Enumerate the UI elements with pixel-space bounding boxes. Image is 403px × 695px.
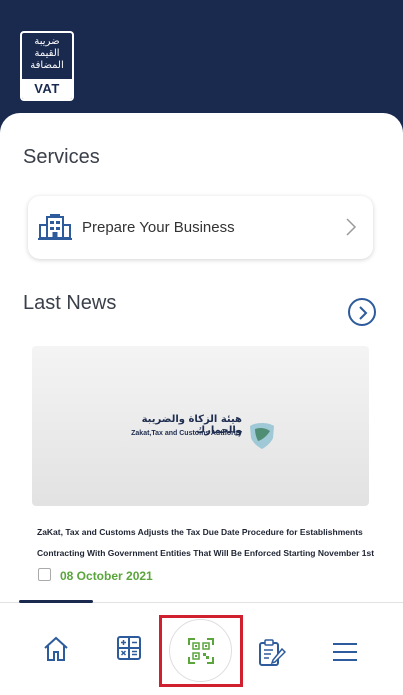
logo-band: VAT — [22, 79, 72, 99]
calculator-icon[interactable] — [116, 635, 142, 661]
building-icon — [38, 214, 72, 240]
news-date: 08 October 2021 — [60, 569, 153, 583]
document-edit-icon[interactable] — [258, 639, 286, 667]
bottom-navigation — [0, 600, 403, 695]
vat-logo: ضريبة القيمة المضافة VAT — [20, 31, 74, 101]
qr-scan-button[interactable] — [169, 619, 232, 682]
logo-vat-text: VAT — [34, 81, 60, 96]
zatca-english-name: Zakat,Tax and Customs Authority — [131, 430, 242, 437]
news-headline-line-1: ZaKat, Tax and Customs Adjusts the Tax D… — [37, 527, 363, 537]
active-tab-indicator — [19, 600, 93, 603]
news-headline[interactable]: ZaKat, Tax and Customs Adjusts the Tax D… — [37, 522, 377, 564]
news-headline-line-2: Contracting With Government Entities Tha… — [37, 548, 375, 558]
hamburger-menu-icon[interactable] — [332, 642, 358, 662]
chevron-right-icon — [346, 218, 357, 236]
logo-arabic-line-3: المضافة — [30, 60, 64, 71]
chevron-right-icon — [359, 306, 368, 320]
last-news-title: Last News — [23, 292, 117, 314]
app-header: ضريبة القيمة المضافة VAT — [0, 0, 403, 130]
service-card-prepare-business[interactable]: Prepare Your Business — [28, 196, 373, 259]
services-title: Services — [23, 146, 100, 168]
zatca-logo-icon — [250, 423, 274, 449]
news-more-button[interactable] — [348, 298, 376, 326]
logo-arabic-line-1: ضريبة — [34, 36, 60, 47]
service-label: Prepare Your Business — [82, 219, 235, 236]
qr-scan-icon — [188, 638, 214, 664]
home-icon[interactable] — [42, 635, 70, 663]
logo-arabic-line-2: القيمة — [34, 48, 60, 59]
calendar-icon — [38, 568, 51, 581]
